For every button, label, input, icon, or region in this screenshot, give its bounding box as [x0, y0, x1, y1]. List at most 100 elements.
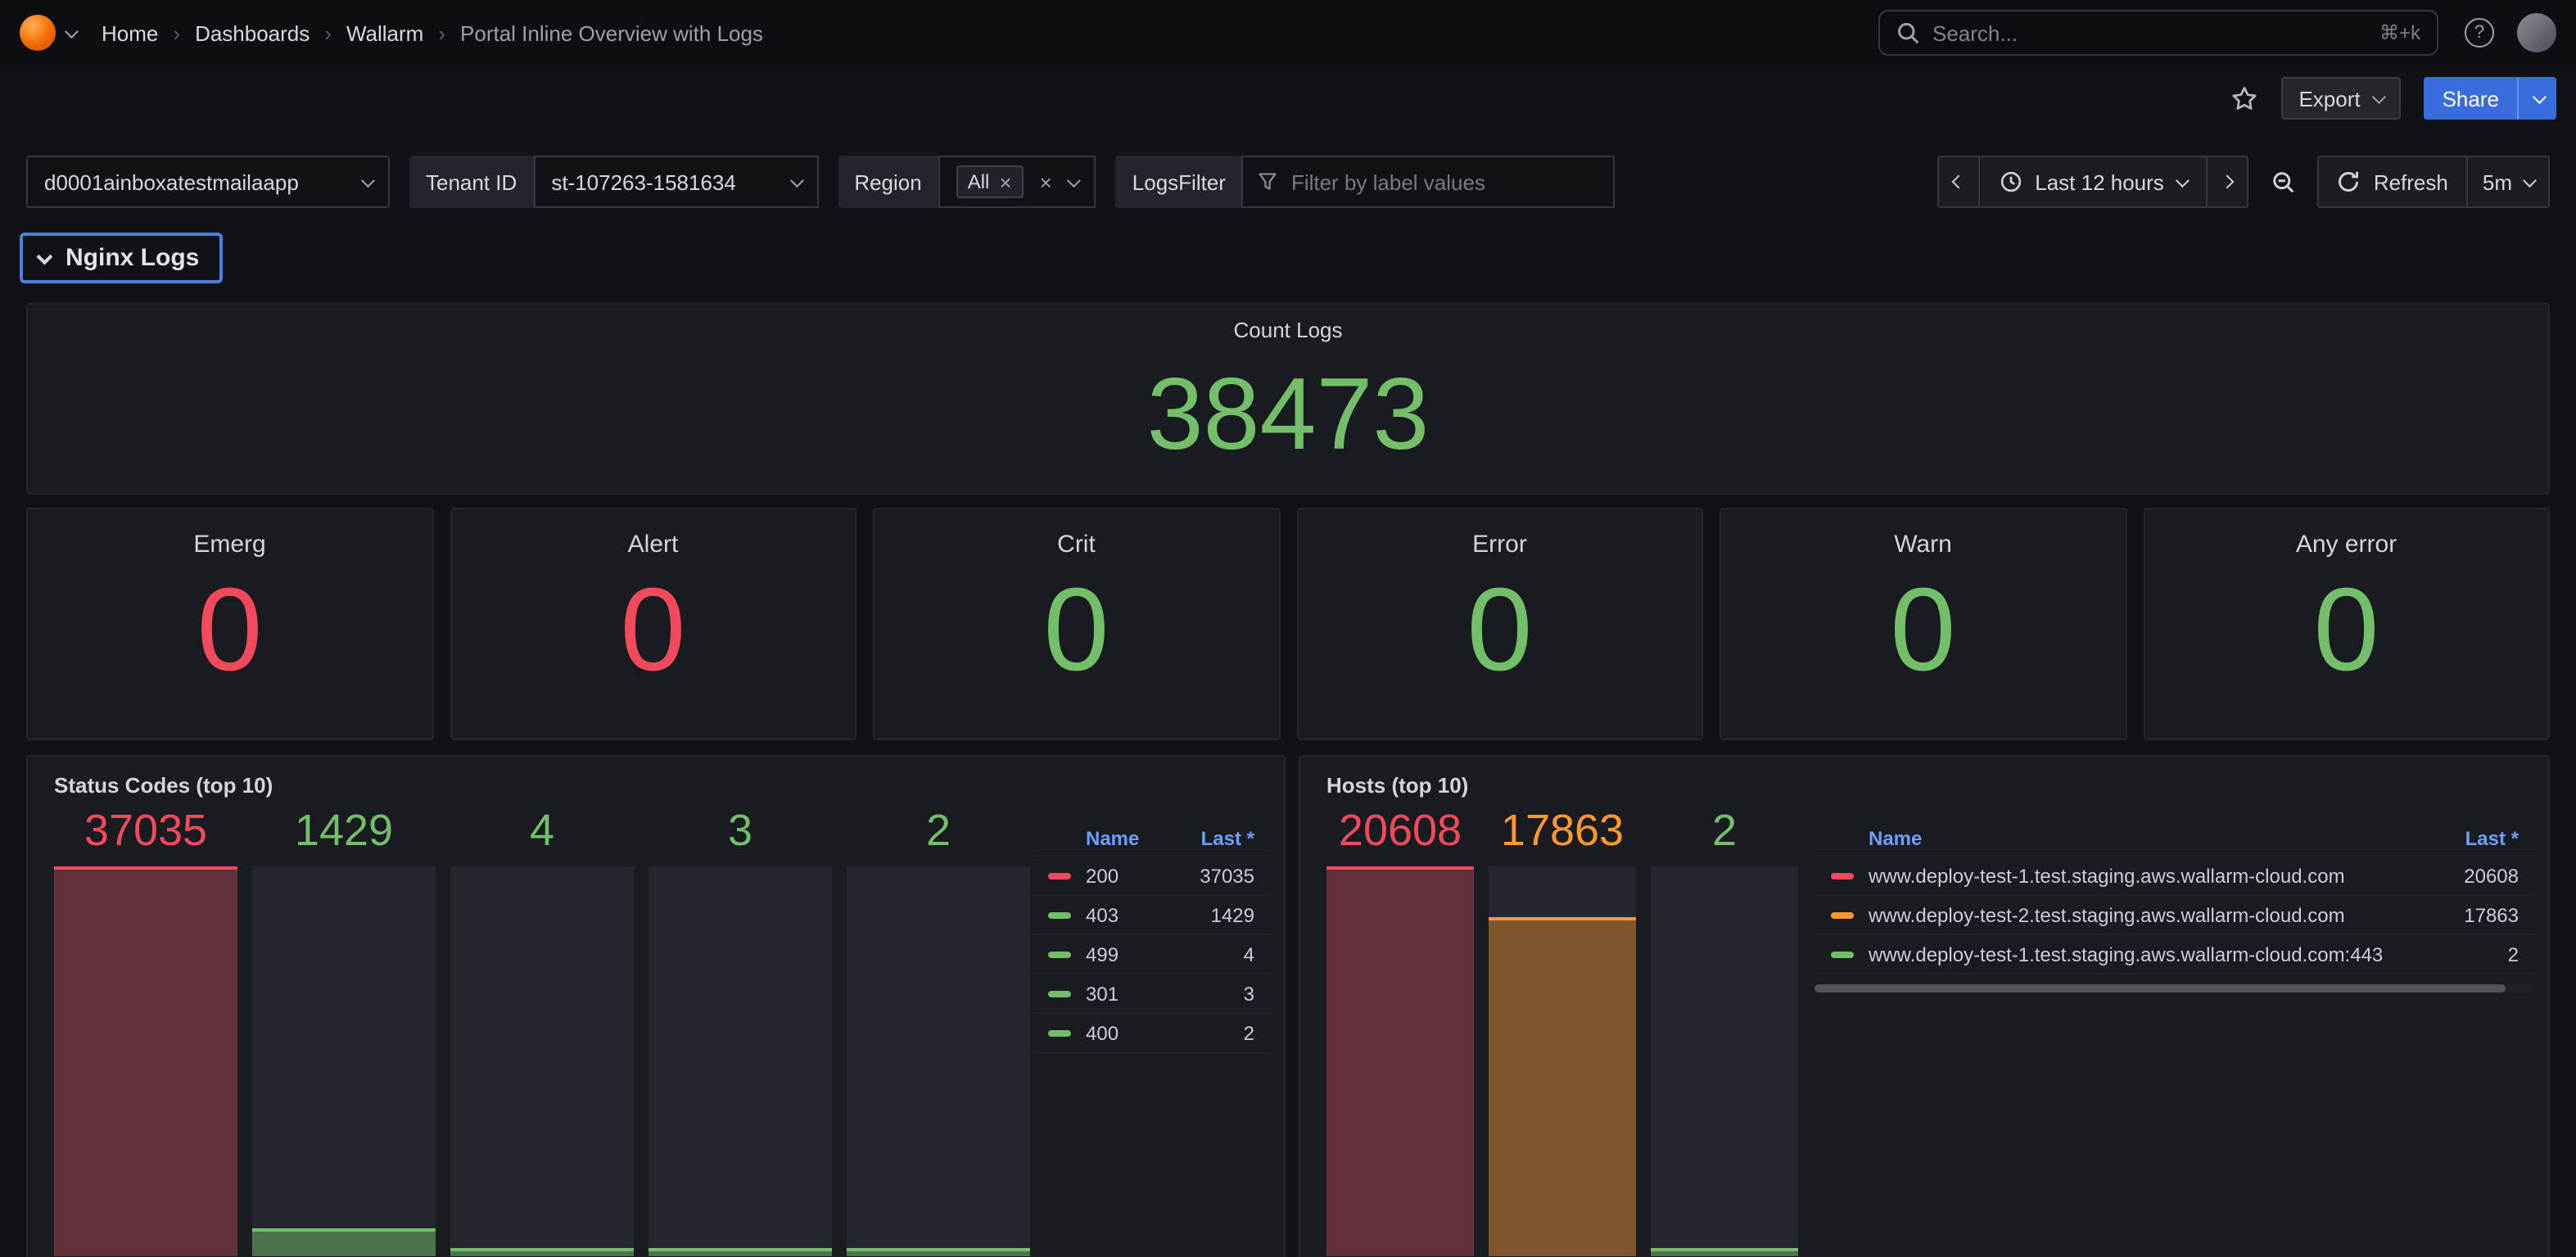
- bar-gauge: 20608 17863 2: [1326, 807, 1798, 1255]
- legend-row: www.deploy-test-2.test.staging.aws.walla…: [1814, 896, 2535, 935]
- legend-table: Name Last * www.deploy-test-1.test.stagi…: [1814, 821, 2535, 1255]
- help-icon[interactable]: ?: [2465, 18, 2494, 47]
- legend-header-last[interactable]: Last *: [2465, 826, 2519, 849]
- chevron-down-icon: [1068, 174, 1082, 188]
- legend-series-name[interactable]: www.deploy-test-2.test.staging.aws.walla…: [1869, 903, 2345, 926]
- share-menu-toggle[interactable]: [2517, 77, 2556, 120]
- panel-title: Emerg: [193, 531, 265, 558]
- panel-hosts: Hosts (top 10) 20608 17863 2: [1299, 755, 2550, 1257]
- panel-title: Any error: [2296, 531, 2397, 558]
- tenant-label: Tenant ID: [409, 156, 533, 208]
- region-label: Region: [838, 156, 938, 208]
- legend-series-name[interactable]: 400: [1086, 1021, 1119, 1044]
- time-shift-forward-button[interactable]: [2207, 156, 2249, 208]
- top-nav: Home › Dashboards › Wallarm › Portal Inl…: [0, 0, 2576, 66]
- refresh-button[interactable]: Refresh: [2318, 156, 2468, 208]
- legend-header-name[interactable]: Name: [1086, 826, 1139, 849]
- refresh-interval-dropdown[interactable]: 5m: [2466, 156, 2550, 208]
- remove-tag-icon[interactable]: ×: [999, 171, 1011, 192]
- bar-value: 4: [530, 807, 554, 856]
- region-tag-all[interactable]: All ×: [956, 165, 1024, 198]
- panel-count-logs: Count Logs 38473: [26, 303, 2550, 495]
- panel-title: Count Logs: [1234, 318, 1343, 342]
- legend-series-name[interactable]: www.deploy-test-1.test.staging.aws.walla…: [1869, 864, 2345, 887]
- breadcrumb-current-page: Portal Inline Overview with Logs: [460, 20, 763, 45]
- legend-series-name[interactable]: 301: [1086, 982, 1119, 1005]
- series-swatch-icon: [1048, 1029, 1071, 1036]
- bar-track: [252, 866, 436, 1255]
- scrollbar-thumb[interactable]: [1814, 984, 2506, 992]
- bar-track: [1326, 866, 1474, 1255]
- legend-header: Name Last *: [1032, 821, 1271, 857]
- app-variable-dropdown[interactable]: d0001ainboxatestmailaapp: [26, 156, 390, 208]
- breadcrumb-wallarm[interactable]: Wallarm: [346, 20, 423, 45]
- legend-series-name[interactable]: 200: [1086, 864, 1119, 887]
- region-dropdown[interactable]: All × ×: [938, 156, 1096, 208]
- bar-value: 37035: [84, 807, 207, 856]
- tenant-dropdown[interactable]: st-107263-1581634: [533, 156, 818, 208]
- logsfilter-input[interactable]: Filter by label values: [1242, 156, 1616, 208]
- stat-panels-row: Emerg 0 Alert 0 Crit 0 Error 0 Warn 0 An…: [26, 508, 2550, 740]
- bar-fill: [54, 866, 237, 1255]
- share-button[interactable]: Share: [2425, 77, 2556, 120]
- panel-stat-any-error: Any error 0: [2143, 508, 2550, 740]
- chevron-down-icon: [789, 174, 803, 188]
- bar-track: [54, 866, 237, 1255]
- bar-200: 37035: [54, 807, 237, 1255]
- legend-header-name[interactable]: Name: [1869, 826, 1922, 849]
- bar-fill: [1326, 866, 1474, 1255]
- region-tag-label: All: [968, 170, 990, 193]
- legend-row: 200 37035: [1032, 857, 1271, 896]
- panel-stat-emerg: Emerg 0: [26, 508, 433, 740]
- legend-header: Name Last *: [1814, 821, 2535, 857]
- bar-track: [1489, 866, 1636, 1255]
- user-avatar[interactable]: [2517, 13, 2556, 52]
- time-range-label: Last 12 hours: [2035, 170, 2164, 194]
- bar-track: [1651, 866, 1798, 1255]
- series-swatch-icon: [1048, 872, 1071, 879]
- time-shift-back-button[interactable]: [1937, 156, 1979, 208]
- zoom-out-button[interactable]: [2261, 156, 2307, 208]
- panel-stat-alert: Alert 0: [450, 508, 856, 740]
- clear-selection-icon[interactable]: ×: [1040, 171, 1052, 192]
- export-button[interactable]: Export: [2280, 77, 2401, 120]
- legend-header-last[interactable]: Last *: [1201, 826, 1254, 849]
- legend-series-value: 2: [2495, 943, 2519, 965]
- stat-value: 0: [1043, 572, 1109, 690]
- bar-fill: [252, 1228, 436, 1255]
- grafana-logo-icon[interactable]: [20, 15, 56, 51]
- bar-host-2: 17863: [1489, 807, 1636, 1255]
- bar-host-3: 2: [1651, 807, 1798, 1255]
- breadcrumb-separator: ›: [438, 20, 445, 45]
- breadcrumb-dashboards[interactable]: Dashboards: [195, 20, 310, 45]
- favorite-star-icon[interactable]: [2230, 84, 2257, 112]
- bargauge-row: Status Codes (top 10) 37035 1429 4: [26, 755, 2550, 1257]
- logsfilter-label: LogsFilter: [1116, 156, 1242, 208]
- time-range-picker[interactable]: Last 12 hours: [1977, 156, 2208, 208]
- panel-title: Hosts (top 10): [1326, 773, 2535, 798]
- bar-400: 2: [847, 807, 1030, 1255]
- chevron-down-icon: [2176, 174, 2190, 188]
- legend-series-name[interactable]: 403: [1086, 903, 1119, 926]
- dashboard-toolbar: Export Share: [0, 66, 2576, 131]
- series-swatch-icon: [1831, 911, 1854, 918]
- bar-track: [649, 866, 832, 1255]
- panel-status-codes: Status Codes (top 10) 37035 1429 4: [26, 755, 1286, 1257]
- search-placeholder: Search...: [1932, 20, 2018, 45]
- stat-value: 0: [1467, 572, 1532, 690]
- legend-series-name[interactable]: www.deploy-test-1.test.staging.aws.walla…: [1869, 943, 2383, 965]
- panel-stat-error: Error 0: [1296, 508, 1703, 740]
- row-toggle-nginx-logs[interactable]: Nginx Logs: [20, 233, 222, 283]
- legend-row: www.deploy-test-1.test.staging.aws.walla…: [1814, 857, 2535, 896]
- breadcrumb-home[interactable]: Home: [102, 20, 158, 45]
- search-shortcut: ⌘+k: [2379, 21, 2420, 44]
- search-input[interactable]: Search... ⌘+k: [1878, 10, 2438, 56]
- panel-stat-crit: Crit 0: [873, 508, 1280, 740]
- bar-host-1: 20608: [1326, 807, 1474, 1255]
- help-glyph: ?: [2474, 23, 2484, 43]
- screen: Home › Dashboards › Wallarm › Portal Inl…: [0, 0, 2576, 1257]
- legend-series-name[interactable]: 499: [1086, 943, 1119, 965]
- bar-value: 2: [926, 807, 951, 856]
- org-switcher-chevron-icon[interactable]: [65, 25, 79, 38]
- panel-body: 20608 17863 2 Name Last *: [1313, 807, 2535, 1255]
